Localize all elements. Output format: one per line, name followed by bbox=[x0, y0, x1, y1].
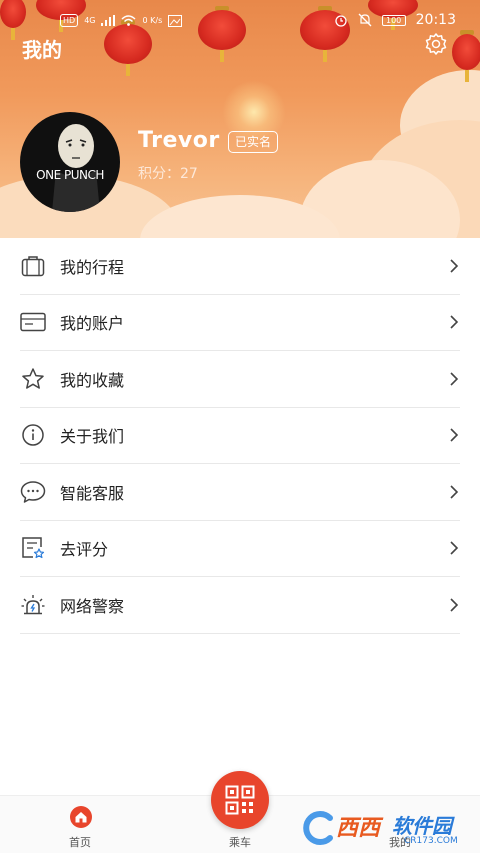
info-icon bbox=[20, 422, 46, 448]
rating-icon bbox=[20, 535, 46, 561]
lantern-decoration bbox=[452, 30, 480, 82]
qr-code-icon bbox=[225, 785, 255, 815]
hd-badge: HD bbox=[60, 14, 79, 27]
points-text: 积分：27 bbox=[138, 166, 198, 182]
menu-item-label: 我的账户 bbox=[60, 314, 125, 334]
suitcase-icon bbox=[20, 253, 46, 279]
watermark-domain: CR173.COM bbox=[404, 836, 458, 846]
avatar[interactable]: ONE PUNCH bbox=[20, 112, 120, 212]
watermark-brand: 西西 bbox=[336, 816, 381, 841]
nav-ride-label: 乘车 bbox=[229, 836, 251, 849]
card-icon bbox=[20, 309, 46, 335]
chat-icon bbox=[20, 479, 46, 505]
ride-qr-button[interactable] bbox=[211, 771, 269, 829]
star-icon bbox=[20, 366, 46, 392]
menu-item-trips[interactable]: 我的行程 bbox=[20, 238, 460, 295]
menu-item-label: 我的行程 bbox=[60, 257, 125, 277]
menu-item-label: 网络警察 bbox=[60, 596, 125, 616]
menu-item-label: 我的收藏 bbox=[60, 370, 125, 390]
menu-item-customer-service[interactable]: 智能客服 bbox=[20, 464, 460, 521]
status-bar: HD 4G 0 K/s 100 20:13 bbox=[0, 0, 480, 34]
avatar-face-icon bbox=[52, 124, 100, 212]
settings-button[interactable] bbox=[424, 32, 448, 56]
menu-list: 我的行程 我的账户 我的收藏 关于我们 智能客服 去评分 网络警察 bbox=[0, 238, 480, 634]
signal-icon bbox=[101, 15, 116, 26]
chevron-right-icon bbox=[450, 541, 459, 555]
menu-item-account[interactable]: 我的账户 bbox=[20, 295, 460, 351]
profile-header: HD 4G 0 K/s 100 20:13 我的 ONE PUNCH Trevo… bbox=[0, 0, 480, 238]
menu-item-about[interactable]: 关于我们 bbox=[20, 408, 460, 464]
chevron-right-icon bbox=[450, 485, 459, 499]
network-type: 4G bbox=[84, 16, 96, 25]
menu-item-favorites[interactable]: 我的收藏 bbox=[20, 351, 460, 408]
chevron-right-icon bbox=[450, 372, 459, 386]
police-light-icon bbox=[20, 592, 46, 618]
nav-home-label: 首页 bbox=[69, 836, 91, 849]
avatar-caption: ONE PUNCH bbox=[36, 168, 104, 182]
alarm-icon bbox=[334, 15, 347, 27]
watermark-logo-icon bbox=[303, 811, 333, 845]
chevron-right-icon bbox=[450, 598, 459, 612]
verified-badge: 已实名 bbox=[228, 131, 279, 153]
home-icon bbox=[70, 806, 92, 828]
chevron-right-icon bbox=[450, 259, 459, 273]
watermark: 西西 软件园 CR173.COM bbox=[300, 806, 480, 850]
menu-item-label: 去评分 bbox=[60, 540, 109, 560]
menu-item-cyber-police[interactable]: 网络警察 bbox=[20, 577, 460, 634]
page-title: 我的 bbox=[22, 38, 62, 62]
gallery-icon bbox=[168, 14, 183, 27]
mute-icon bbox=[358, 13, 372, 27]
status-time: 20:13 bbox=[415, 12, 456, 28]
chevron-right-icon bbox=[450, 428, 459, 442]
chevron-right-icon bbox=[450, 315, 459, 329]
username: Trevor bbox=[138, 128, 220, 153]
battery-indicator: 100 bbox=[381, 14, 406, 26]
gear-icon bbox=[425, 33, 447, 55]
menu-item-label: 关于我们 bbox=[60, 427, 125, 447]
watermark-brand-2: 软件园 bbox=[392, 814, 452, 838]
wifi-icon bbox=[121, 15, 136, 26]
network-speed: 0 K/s bbox=[142, 16, 163, 25]
menu-item-label: 智能客服 bbox=[60, 483, 125, 503]
menu-item-rate[interactable]: 去评分 bbox=[20, 521, 460, 577]
nav-home[interactable]: 首页 bbox=[20, 796, 140, 853]
